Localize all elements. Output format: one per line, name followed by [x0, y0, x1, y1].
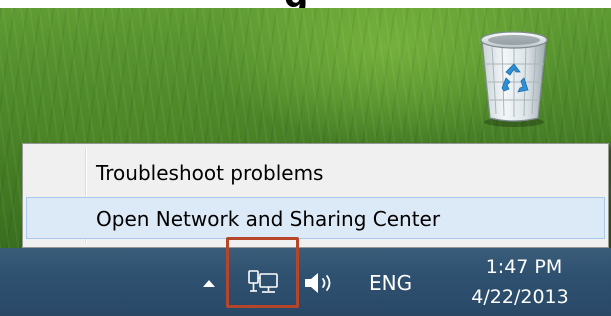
- input-language-indicator[interactable]: ENG: [369, 271, 412, 295]
- clock-date[interactable]: 4/22/2013: [455, 286, 585, 308]
- screenshot-frame: g: [0, 0, 611, 316]
- page-header-strip: g: [0, 0, 611, 8]
- network-icon-highlight-box: [226, 237, 299, 308]
- menu-item-label: Open Network and Sharing Center: [96, 207, 441, 231]
- clock-time[interactable]: 1:47 PM: [469, 256, 579, 278]
- volume-icon[interactable]: [302, 270, 342, 296]
- chevron-up-icon[interactable]: [203, 280, 215, 287]
- menu-item-open-network-sharing-center[interactable]: Open Network and Sharing Center: [26, 197, 605, 239]
- menu-item-label: Troubleshoot problems: [96, 161, 324, 185]
- recycle-bin-icon[interactable]: [466, 24, 562, 128]
- network-context-menu: Troubleshoot problems Open Network and S…: [22, 143, 609, 248]
- menu-item-troubleshoot-problems[interactable]: Troubleshoot problems: [26, 151, 605, 193]
- page-header-text: g: [284, 0, 308, 8]
